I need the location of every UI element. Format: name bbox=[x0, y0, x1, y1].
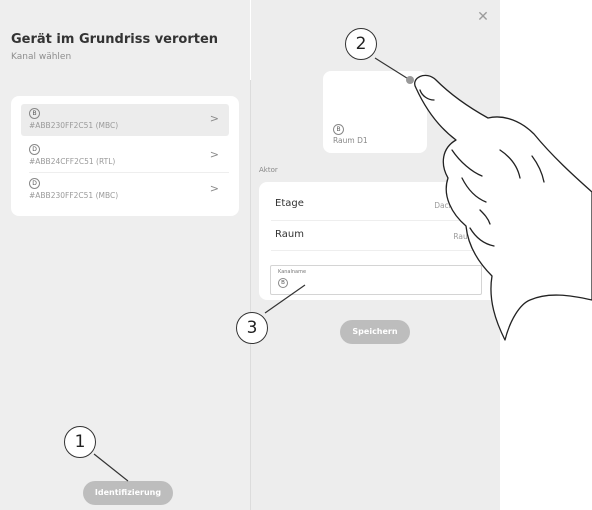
callout-line-2 bbox=[374, 57, 411, 81]
callout-1: 1 bbox=[64, 426, 96, 458]
callout-2: 2 bbox=[345, 28, 377, 60]
callout-line-1 bbox=[93, 453, 129, 482]
callout-3: 3 bbox=[236, 312, 268, 344]
touch-point bbox=[406, 76, 414, 84]
pointing-hand-icon bbox=[414, 74, 592, 341]
callout-line-3 bbox=[264, 284, 306, 314]
